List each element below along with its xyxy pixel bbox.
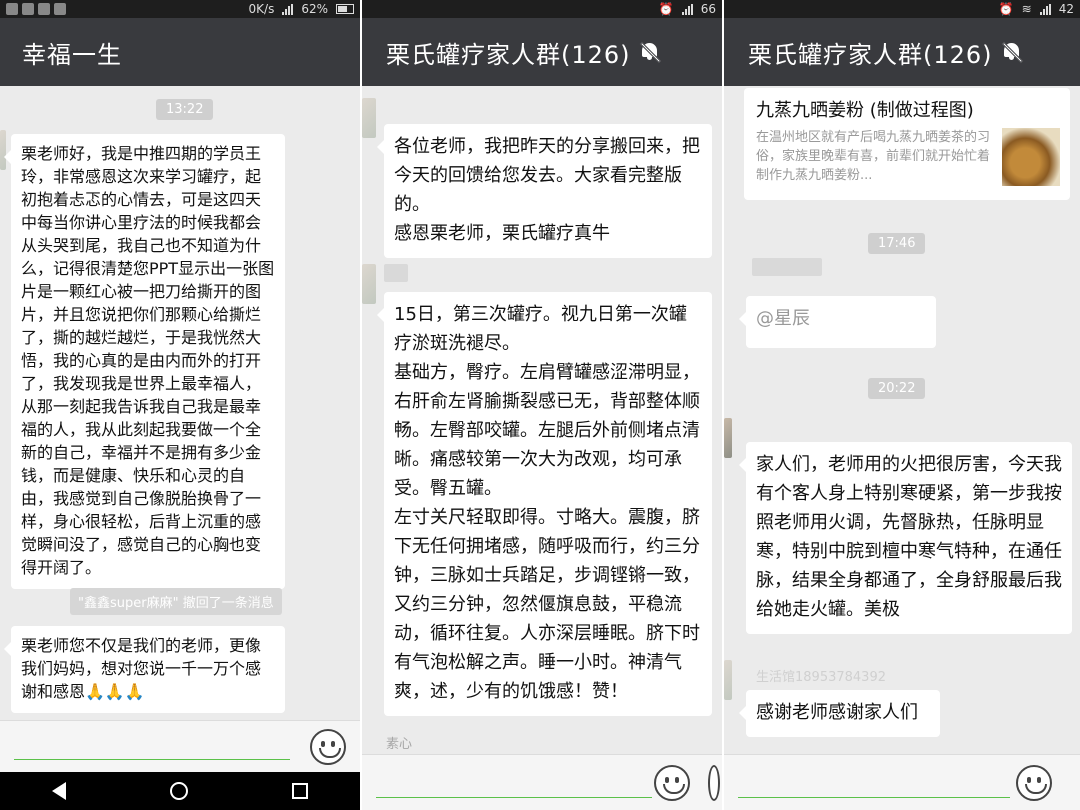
home-icon[interactable] bbox=[170, 782, 188, 800]
battery-icon bbox=[336, 4, 354, 14]
message-input[interactable] bbox=[738, 797, 1010, 798]
link-thumbnail bbox=[1002, 128, 1060, 186]
system-nav-bar bbox=[0, 772, 360, 810]
link-card[interactable]: 九蒸九晒姜粉 (制做过程图) 在温州地区就有产后喝九蒸九晒姜茶的习俗，家族里晚辈… bbox=[744, 88, 1070, 200]
signal-icon bbox=[1039, 3, 1051, 15]
sender-name: 生活馆18953784392 bbox=[756, 670, 886, 685]
battery-text: 42 bbox=[1058, 2, 1074, 16]
message-bubble[interactable]: 各位老师，我把昨天的分享搬回来，把今天的回馈给您发去。大家看完整版的。 感恩栗老… bbox=[377, 124, 712, 258]
more-icon[interactable] bbox=[708, 765, 720, 801]
sender-name-blurred bbox=[752, 258, 822, 276]
message-input[interactable] bbox=[14, 759, 290, 760]
chat-title[interactable]: 幸福一生 bbox=[22, 35, 122, 70]
status-bar: ⏰ 66 bbox=[362, 0, 722, 18]
network-speed: 0K/s bbox=[248, 2, 275, 16]
mute-icon bbox=[639, 41, 661, 64]
input-bar bbox=[0, 720, 360, 772]
back-icon[interactable] bbox=[52, 782, 66, 800]
link-description: 在温州地区就有产后喝九蒸九晒姜茶的习俗，家族里晚辈有喜，前辈们就开始忙着制作九蒸… bbox=[756, 130, 991, 183]
recall-notice: "鑫鑫super麻麻" 撤回了一条消息 bbox=[70, 588, 282, 615]
emoji-icon[interactable] bbox=[1016, 765, 1052, 801]
link-title: 九蒸九晒姜粉 (制做过程图) bbox=[756, 100, 974, 121]
chat-panel-3: ⏰ ≋ 42 栗氏罐疗家人群(126) 九蒸九晒姜粉 (制做过程图) 在温州地区… bbox=[724, 0, 1080, 810]
alarm-icon: ⏰ bbox=[998, 2, 1014, 16]
message-bubble[interactable]: 栗老师您不仅是我们的老师，更像我们妈妈，想对您说一千一万个感谢和感恩🙏🙏🙏 bbox=[4, 626, 285, 713]
message-bubble[interactable]: 栗老师好，我是中推四期的学员王玲，非常感恩这次来学习罐疗，起初抱着忐忑的心情去，… bbox=[4, 134, 285, 589]
input-bar bbox=[724, 754, 1080, 810]
notification-icons bbox=[6, 3, 66, 15]
message-input[interactable] bbox=[376, 797, 652, 798]
battery-text: 66 bbox=[700, 2, 716, 16]
avatar[interactable] bbox=[724, 418, 732, 458]
chat-panel-2: ⏰ 66 栗氏罐疗家人群(126) 各位老师，我把昨天的分享搬回来，把今天的回馈… bbox=[362, 0, 722, 810]
battery-text: 62% bbox=[301, 2, 328, 16]
chat-header: 栗氏罐疗家人群(126) bbox=[362, 18, 722, 86]
recent-apps-icon[interactable] bbox=[292, 783, 308, 799]
avatar[interactable] bbox=[724, 660, 732, 700]
status-bar: ⏰ ≋ 42 bbox=[724, 0, 1080, 18]
signal-icon bbox=[282, 3, 294, 15]
avatar[interactable] bbox=[362, 98, 376, 138]
status-bar: 0K/s 62% bbox=[0, 0, 360, 18]
alarm-icon: ⏰ bbox=[658, 2, 674, 16]
message-bubble[interactable]: 感谢老师感谢家人们 bbox=[739, 690, 940, 737]
avatar[interactable] bbox=[362, 264, 376, 304]
chat-panel-1: 0K/s 62% 幸福一生 13:22 栗老师好，我是中推四期的学员王玲，非常感… bbox=[0, 0, 360, 810]
mute-icon bbox=[1001, 41, 1023, 64]
sender-name: 素心 bbox=[386, 737, 413, 752]
message-bubble[interactable]: @星辰 bbox=[739, 296, 936, 348]
emoji-icon[interactable] bbox=[310, 729, 346, 765]
message-bubble[interactable]: 家人们，老师用的火把很厉害，今天我有个客人身上特别寒硬紧，第一步我按照老师用火调… bbox=[739, 442, 1072, 634]
chat-title[interactable]: 栗氏罐疗家人群(126) bbox=[386, 35, 631, 70]
wifi-icon: ≋ bbox=[1021, 2, 1032, 16]
timestamp: 13:22 bbox=[156, 99, 214, 120]
message-bubble[interactable]: 15日，第三次罐疗。视九日第一次罐疗淤斑洗褪尽。 基础方，臀疗。左肩臂罐感涩滞明… bbox=[377, 292, 712, 716]
input-bar bbox=[362, 754, 722, 810]
timestamp: 20:22 bbox=[868, 378, 926, 399]
sender-name-blurred bbox=[384, 264, 408, 282]
chat-header: 幸福一生 bbox=[0, 18, 360, 86]
chat-title[interactable]: 栗氏罐疗家人群(126) bbox=[748, 35, 993, 70]
emoji-icon[interactable] bbox=[654, 765, 690, 801]
timestamp: 17:46 bbox=[868, 233, 926, 254]
signal-icon bbox=[681, 3, 693, 15]
chat-header: 栗氏罐疗家人群(126) bbox=[724, 18, 1080, 86]
